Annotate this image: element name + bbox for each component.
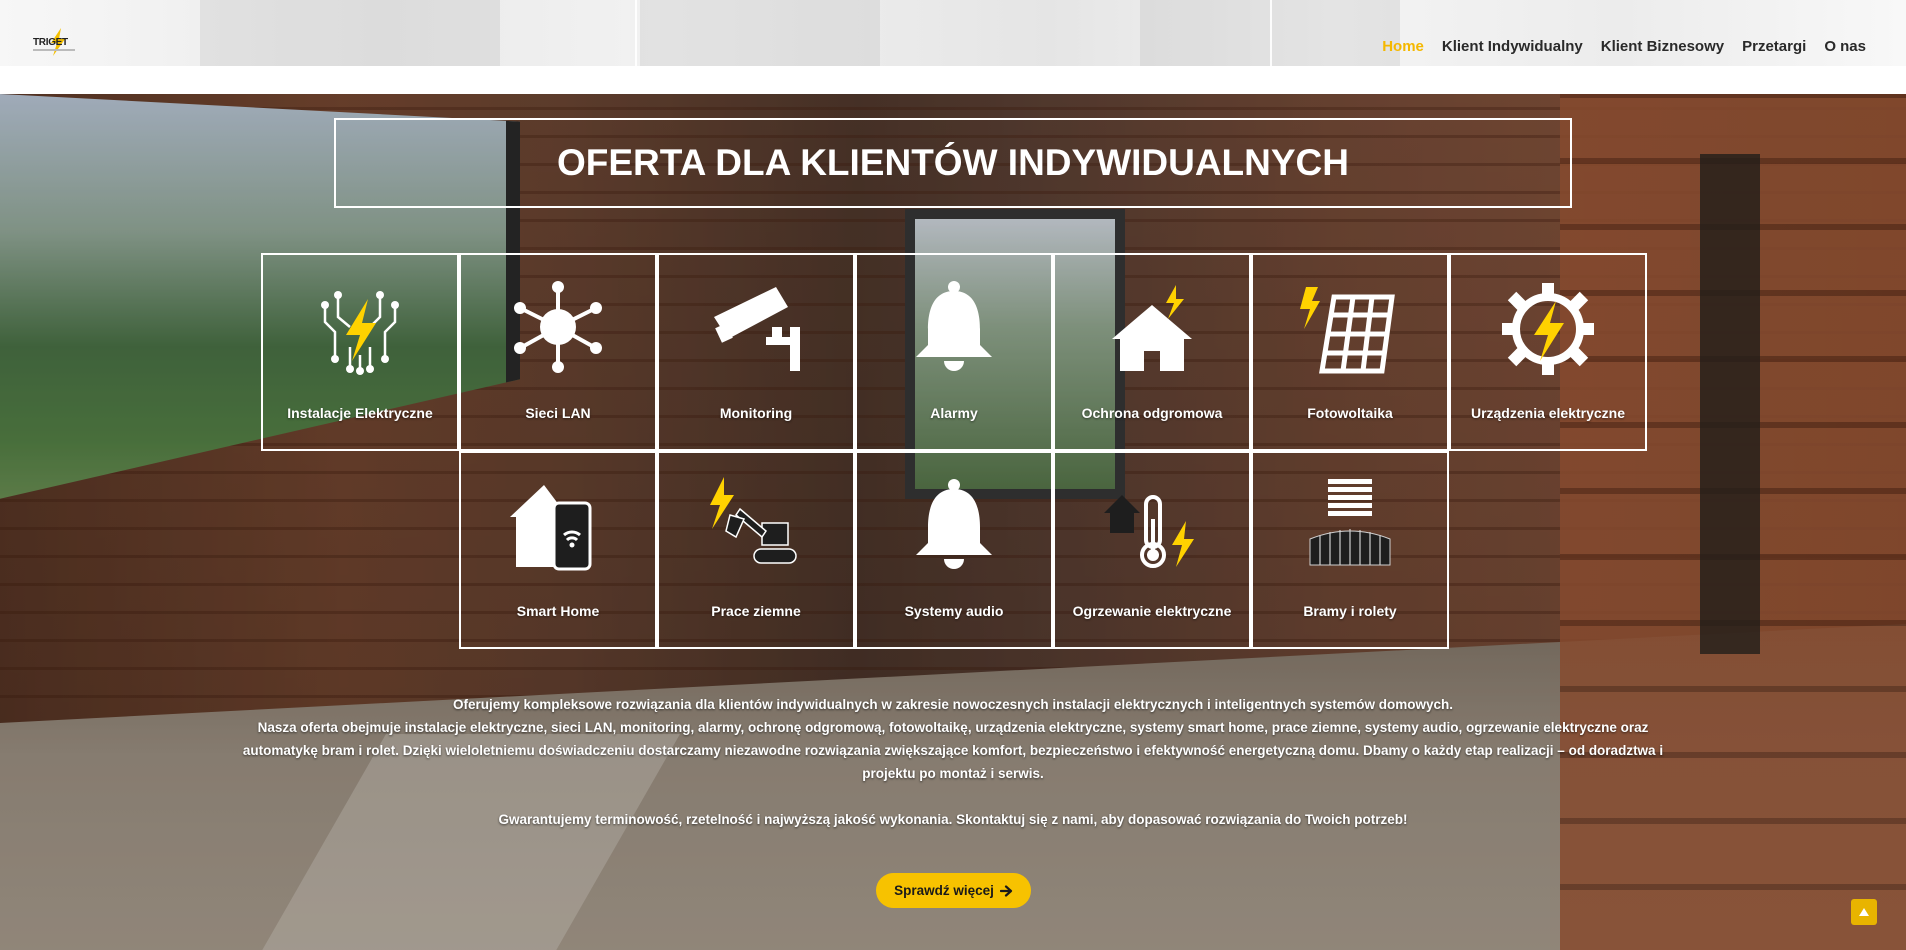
page-title: OFERTA DLA KLIENTÓW INDYWIDUALNYCH [557,142,1349,183]
learn-more-label: Sprawdź więcej [894,883,994,898]
nav-o-nas[interactable]: O nas [1824,38,1866,55]
service-label: Systemy audio [904,603,1004,619]
service-tile-bramy-i-rolety[interactable]: Bramy i rolety [1251,451,1449,649]
service-label: Monitoring [719,405,793,421]
header-spacer [0,66,1906,94]
chevron-up-icon [1859,908,1869,916]
nav-klient-indywidualny[interactable]: Klient Indywidualny [1442,38,1583,55]
service-label: Ochrona odgromowa [1081,405,1223,421]
scroll-to-top-button[interactable] [1851,899,1877,925]
security-camera-icon [714,287,800,371]
nav-home[interactable]: Home [1382,38,1424,55]
gate-blinds-icon [1309,479,1391,566]
service-tile-alarmy[interactable]: Alarmy [855,253,1053,451]
gear-bolt-icon [1502,283,1594,375]
arrow-right-icon [999,884,1012,897]
service-tile-smart-home[interactable]: Smart Home [459,451,657,649]
network-hub-icon [514,281,602,373]
description-paragraph: Oferujemy kompleksowe rozwiązania dla kl… [242,697,1664,781]
service-tile-monitoring[interactable]: Monitoring [657,253,855,451]
thermometer-house-icon [1104,495,1194,568]
excavator-icon [710,477,797,564]
service-tile-fotowoltaika[interactable]: Fotowoltaika [1251,253,1449,451]
header-divider [1270,0,1272,66]
site-header: TRIGET Home Klient Indywidualny Klient B… [0,0,1906,66]
header-background-decor [200,0,500,66]
bell-icon [916,281,992,371]
service-tile-instalacje-elektryczne[interactable]: Instalacje Elektryczne [261,253,459,451]
house-lightning-icon [1112,285,1192,371]
header-divider [635,0,637,66]
service-label: Smart Home [516,603,600,619]
site-logo[interactable]: TRIGET [33,28,75,60]
learn-more-button[interactable]: Sprawdź więcej [876,873,1031,908]
service-tile-ogrzewanie-elektryczne[interactable]: Ogrzewanie elektryczne [1053,451,1251,649]
header-background-decor [640,0,880,66]
circuit-bolt-icon [321,291,399,375]
service-label: Instalacje Elektryczne [287,405,433,421]
service-tile-sieci-lan[interactable]: Sieci LAN [459,253,657,451]
service-label: Urządzenia elektryczne [1470,405,1626,421]
service-tile-systemy-audio[interactable]: Systemy audio [855,451,1053,649]
bell-icon [916,479,992,569]
service-tile-prace-ziemne[interactable]: Prace ziemne [657,451,855,649]
service-label: Fotowoltaika [1307,405,1393,421]
solar-panel-icon [1300,287,1395,374]
description-paragraph: Gwarantujemy terminowość, rzetelność i n… [498,812,1408,827]
service-tile-ochrona-odgromowa[interactable]: Ochrona odgromowa [1053,253,1251,451]
service-tile-urzadzenia-elektryczne[interactable]: Urządzenia elektryczne [1449,253,1647,451]
logo-underline [33,49,75,51]
service-label: Alarmy [930,405,978,421]
service-label: Ogrzewanie elektryczne [1072,603,1232,619]
offer-description: Oferujemy kompleksowe rozwiązania dla kl… [230,693,1676,831]
nav-klient-biznesowy[interactable]: Klient Biznesowy [1601,38,1724,55]
service-label: Prace ziemne [711,603,801,619]
smart-home-phone-icon [510,485,592,571]
section-title-box: OFERTA DLA KLIENTÓW INDYWIDUALNYCH [334,118,1572,208]
logo-text: TRIGET [33,37,68,48]
service-label: Sieci LAN [525,405,591,421]
main-nav: Home Klient Indywidualny Klient Biznesow… [1382,38,1866,55]
nav-przetargi[interactable]: Przetargi [1742,38,1806,55]
service-label: Bramy i rolety [1303,603,1397,619]
